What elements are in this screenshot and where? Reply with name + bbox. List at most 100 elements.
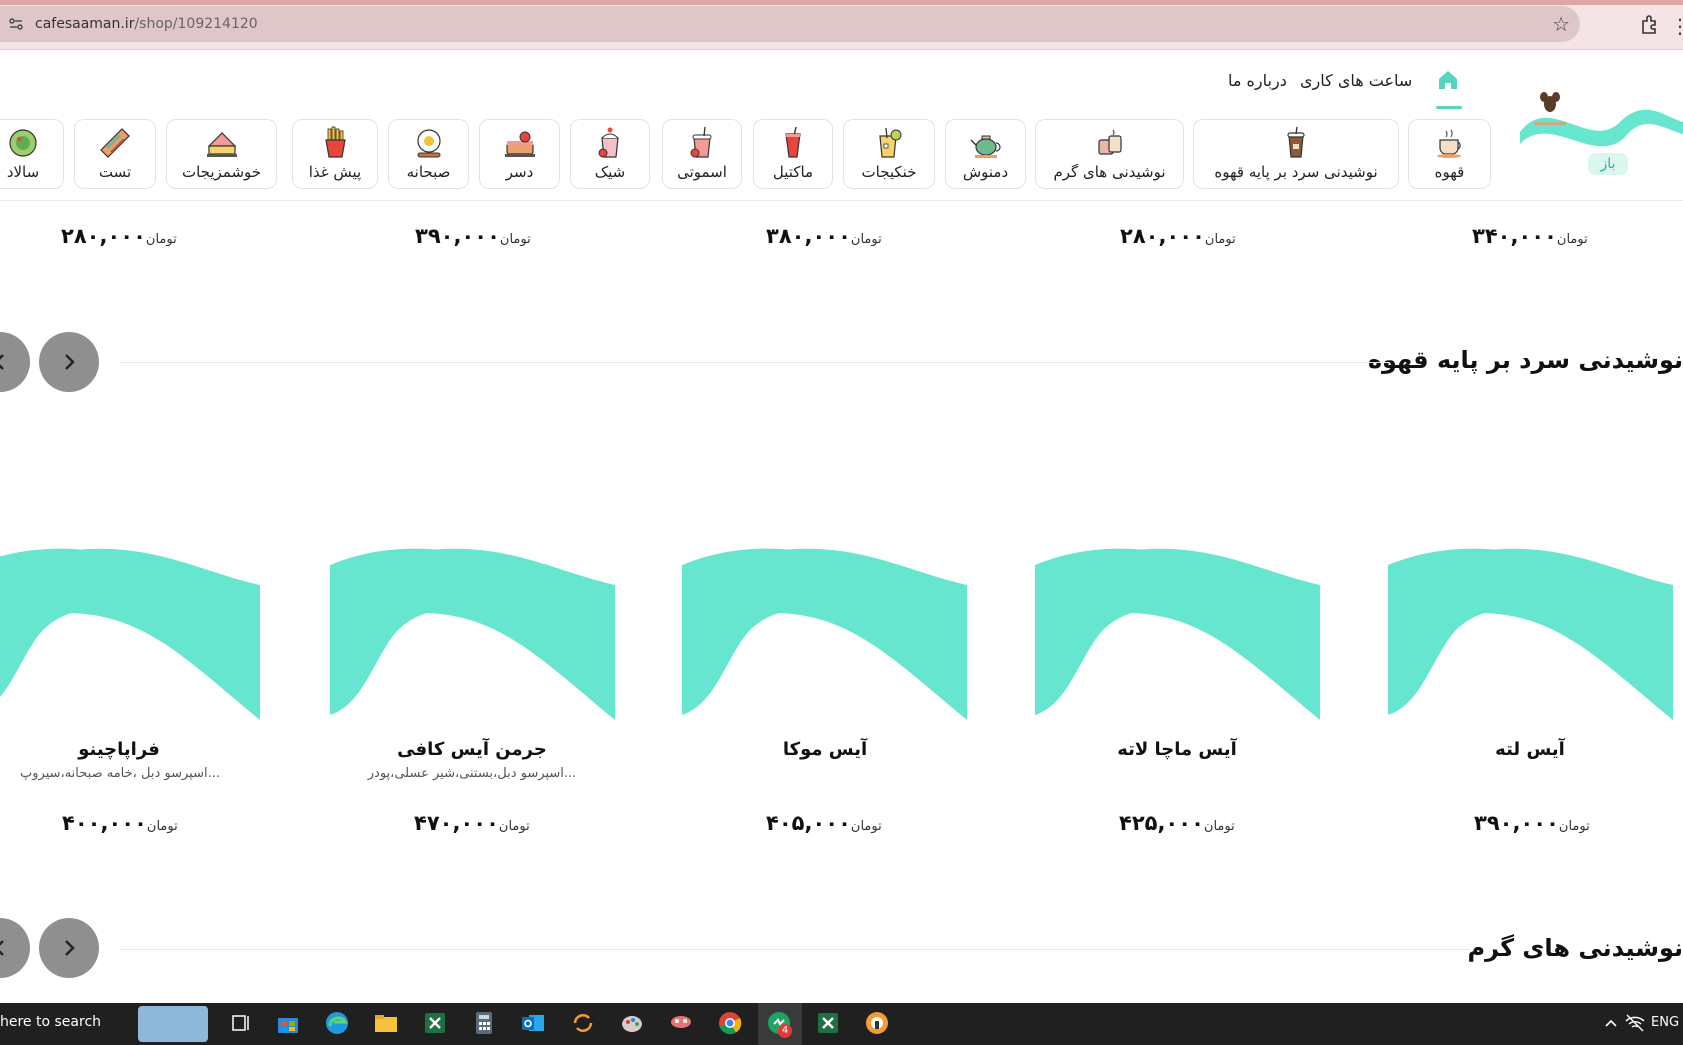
product-description: اسپرسو دبل ،خامه صبحانه،سیروپ... [20, 766, 220, 781]
section-divider [120, 949, 1470, 950]
divider [0, 200, 1683, 201]
file-explorer-icon[interactable] [373, 1010, 399, 1036]
product-price: تومان۲۸۰,۰۰۰ [1120, 224, 1236, 248]
category-label: دسر [505, 163, 534, 181]
category-breakfast[interactable]: صبحانه [388, 119, 469, 189]
category-label: نوشیدنی سرد بر پایه قهوه [1214, 163, 1378, 181]
site-settings-icon[interactable] [8, 16, 24, 32]
category-label: ماکتیل [772, 163, 814, 181]
iced-coffee-icon [1287, 126, 1305, 158]
lemonade-icon [879, 127, 902, 158]
dessert-icon [504, 131, 535, 157]
teapot-icon [970, 135, 1001, 158]
chevron-right-icon [65, 354, 75, 370]
snipping-tool-icon[interactable] [668, 1010, 694, 1036]
store-icon[interactable] [275, 1010, 301, 1036]
product-price: تومان۴۲۵,۰۰۰ [1119, 811, 1235, 835]
category-label: خوشمزیجات [181, 163, 262, 181]
product-price: تومان۳۹۰,۰۰۰ [415, 224, 531, 248]
category-cold-drinks[interactable]: خنکیجات [843, 119, 935, 189]
category-herbal-tea[interactable]: دمنوش [945, 119, 1026, 189]
product-name[interactable]: جرمن آیس کافی [372, 739, 572, 760]
chrome-icon[interactable] [717, 1010, 743, 1036]
excel-icon[interactable] [422, 1010, 448, 1036]
product-price: تومان۳۸۰,۰۰۰ [766, 224, 882, 248]
category-appetizer[interactable]: پیش غذا [292, 119, 378, 189]
nav-about-us[interactable]: درباره ما [1228, 71, 1287, 90]
product-name[interactable]: فراپاچینو [19, 739, 219, 760]
task-view-icon[interactable] [228, 1010, 254, 1036]
category-toast[interactable]: تست [74, 119, 156, 189]
bookmark-star-icon[interactable]: ☆ [1552, 12, 1570, 36]
home-icon[interactable] [1436, 68, 1460, 92]
section-divider [120, 362, 1390, 363]
product-name[interactable]: آیس لته [1430, 739, 1630, 760]
category-hot-drinks[interactable]: نوشیدنی های گرم [1035, 119, 1184, 189]
cake-icon [206, 132, 237, 157]
product-image-placeholder[interactable] [1035, 545, 1320, 720]
network-disconnected-icon[interactable] [1622, 1010, 1648, 1036]
category-dessert[interactable]: دسر [479, 119, 560, 189]
edge-icon[interactable] [324, 1010, 350, 1036]
category-label: صبحانه [406, 163, 451, 181]
chevron-left-icon [0, 940, 4, 956]
hot-drink-icon [1097, 129, 1122, 155]
category-iced-coffee[interactable]: نوشیدنی سرد بر پایه قهوه [1193, 119, 1399, 189]
active-nav-underline [1436, 106, 1462, 109]
smoothie-icon [690, 126, 712, 158]
carousel-prev-button[interactable] [0, 918, 30, 978]
outlook-icon[interactable] [520, 1010, 546, 1036]
fries-icon [325, 126, 346, 158]
product-price: تومان۴۷۰,۰۰۰ [414, 811, 530, 835]
sync-app-icon[interactable] [570, 1010, 596, 1036]
category-salad[interactable]: سالاد [0, 119, 64, 189]
taskbar-search[interactable]: here to search [0, 1014, 101, 1030]
language-indicator[interactable]: ENG [1651, 1015, 1679, 1030]
carousel-next-button[interactable] [39, 332, 99, 392]
tray-chevron-icon[interactable] [1598, 1010, 1624, 1036]
url-text[interactable]: cafesaaman.ir/shop/109214120 [35, 16, 258, 32]
section-title: نوشیدنی های گرم [1467, 934, 1683, 962]
browser-menu-icon[interactable]: ⋮ [1670, 14, 1683, 38]
category-coffee[interactable]: قهوه [1408, 119, 1491, 189]
category-label: اسموتی [677, 163, 727, 181]
calculator-icon[interactable] [471, 1010, 497, 1036]
carousel-next-button[interactable] [39, 918, 99, 978]
product-image-placeholder[interactable] [1388, 545, 1673, 720]
category-label: دمنوش [962, 163, 1009, 181]
product-image-placeholder[interactable] [330, 545, 615, 720]
product-price: تومان۴۰۰,۰۰۰ [62, 811, 178, 835]
chevron-right-icon [65, 940, 75, 956]
shake-icon [598, 127, 619, 158]
product-image-placeholder[interactable] [0, 545, 260, 720]
product-price: تومان۳۴۰,۰۰۰ [1472, 224, 1588, 248]
extensions-icon[interactable] [1638, 13, 1662, 37]
chevron-left-icon [0, 354, 4, 370]
excel-icon[interactable] [815, 1010, 841, 1036]
category-label: سالاد [6, 163, 40, 181]
category-smoothie[interactable]: اسموتی [662, 119, 742, 189]
address-bar[interactable]: cafesaaman.ir/shop/109214120 ☆ [0, 6, 1580, 42]
product-image-placeholder[interactable] [682, 545, 967, 720]
mocktail-icon [785, 126, 801, 158]
category-label: نوشیدنی های گرم [1053, 163, 1166, 181]
category-shake[interactable]: شیک [570, 119, 650, 189]
open-status-badge: باز [1588, 153, 1628, 175]
category-mocktail[interactable]: ماکتیل [753, 119, 833, 189]
category-delicacies[interactable]: خوشمزیجات [166, 119, 277, 189]
paint-icon[interactable] [619, 1010, 645, 1036]
salad-icon [9, 129, 37, 157]
nav-working-hours[interactable]: ساعت های کاری [1300, 71, 1412, 90]
section-title: نوشیدنی سرد بر پایه قهوه [1367, 346, 1683, 374]
category-label: پیش غذا [308, 163, 362, 181]
product-name[interactable]: آیس ماچا لاته [1077, 739, 1277, 760]
product-name[interactable]: آیس موکا [725, 739, 925, 760]
carousel-prev-button[interactable] [0, 332, 30, 392]
category-label: قهوه [1434, 163, 1465, 181]
toast-icon [100, 128, 130, 158]
search-highlight-image [138, 1006, 208, 1042]
product-description: اسپرسو دبل،بستنی،شیر عسلی،پودر... [367, 766, 577, 781]
category-label: خنکیجات [861, 163, 917, 181]
vpn-app-icon[interactable] [864, 1010, 890, 1036]
category-label: تست [98, 163, 132, 181]
